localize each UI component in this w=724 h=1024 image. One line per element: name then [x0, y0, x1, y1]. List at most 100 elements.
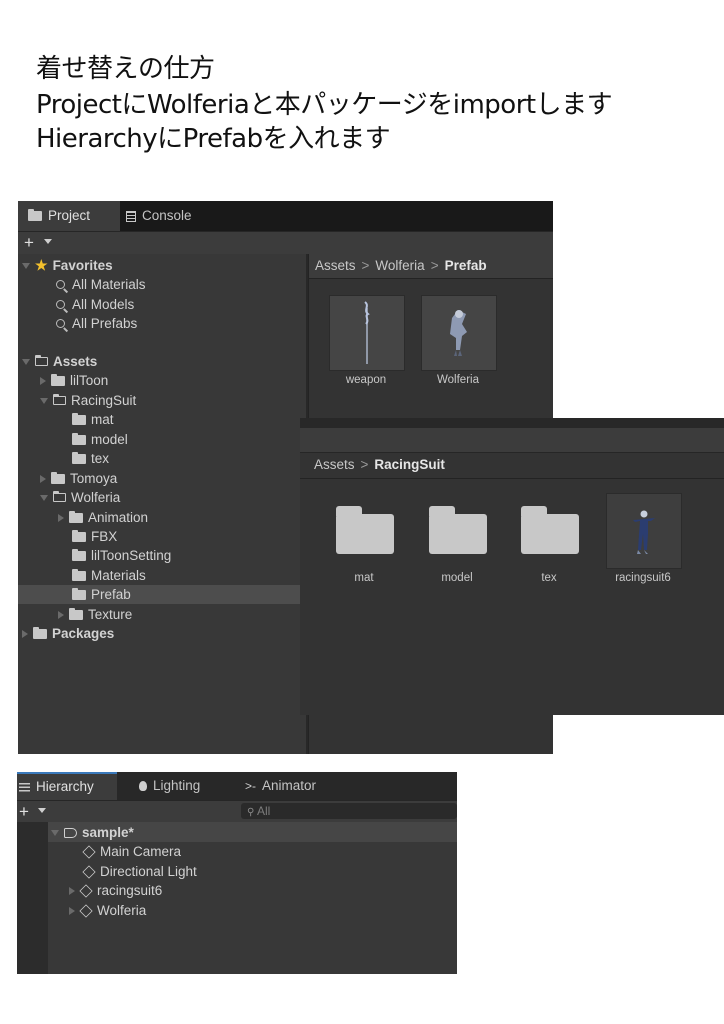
- expand-arrow-icon[interactable]: [22, 262, 30, 269]
- breadcrumb-prefab[interactable]: Prefab: [445, 258, 487, 273]
- asset-thumbnail-weapon[interactable]: [329, 295, 405, 371]
- folder-icon: [51, 471, 65, 484]
- collapse-arrow-icon[interactable]: [40, 376, 46, 385]
- tab-animator[interactable]: >- Animator: [235, 772, 326, 800]
- tree-item-label: mat: [91, 412, 114, 427]
- tree-packages[interactable]: Packages: [22, 624, 114, 643]
- tree-item-texture[interactable]: Texture: [58, 605, 132, 624]
- breadcrumb-assets[interactable]: Assets: [315, 258, 356, 273]
- folder-icon: [69, 510, 83, 523]
- breadcrumb-separator-icon: >: [361, 258, 370, 273]
- scene-icon: [64, 827, 77, 838]
- collapse-arrow-icon[interactable]: [58, 610, 64, 619]
- favorite-item[interactable]: All Materials: [56, 275, 146, 294]
- asset-thumbnail-wolferia[interactable]: [421, 295, 497, 371]
- tree-item-tex[interactable]: tex: [72, 449, 109, 468]
- tree-item-prefab[interactable]: Prefab: [72, 585, 131, 604]
- breadcrumb-wolferia[interactable]: Wolferia: [375, 258, 424, 273]
- hierarchy-toolbar: + ⚲ All: [17, 800, 457, 822]
- search-icon: [56, 300, 65, 309]
- folder-icon[interactable]: [336, 506, 394, 554]
- packages-label: Packages: [52, 626, 115, 641]
- tree-item-materials[interactable]: Materials: [72, 566, 146, 585]
- create-plus-icon[interactable]: +: [24, 233, 34, 253]
- folder-open-icon: [34, 354, 48, 366]
- breadcrumb-assets[interactable]: Assets: [314, 457, 355, 472]
- folder-icon: [72, 548, 86, 561]
- tree-item-model[interactable]: model: [72, 430, 128, 449]
- tab-console[interactable]: Console: [116, 201, 202, 231]
- collapse-arrow-icon[interactable]: [69, 886, 75, 895]
- asset-label: model: [441, 572, 473, 584]
- expand-arrow-icon[interactable]: [40, 494, 48, 501]
- collapse-arrow-icon[interactable]: [22, 629, 28, 638]
- folder-icon: [72, 587, 86, 600]
- breadcrumb-racingsuit[interactable]: RacingSuit: [374, 457, 445, 472]
- selected-row-highlight: [18, 585, 306, 604]
- collapse-arrow-icon[interactable]: [58, 513, 64, 522]
- hierarchy-search-input[interactable]: ⚲ All: [241, 803, 457, 819]
- search-icon: [56, 280, 65, 289]
- favorite-item[interactable]: All Prefabs: [56, 314, 137, 333]
- racingsuit-window: Assets > RacingSuit mat model tex racingsu…: [300, 418, 724, 715]
- assets-label: Assets: [53, 354, 98, 369]
- bulb-icon: [139, 781, 147, 791]
- favorite-item-label: All Models: [72, 297, 135, 312]
- hierarchy-tabbar: Hierarchy Lighting >- Animator: [17, 772, 457, 800]
- hierarchy-window: Hierarchy Lighting >- Animator + ⚲ All s…: [17, 772, 457, 974]
- asset-label: Wolferia: [437, 374, 479, 386]
- folder-icon: [72, 529, 86, 542]
- expand-arrow-icon[interactable]: [22, 358, 30, 365]
- racingsuit-toolbar: [300, 418, 724, 428]
- tab-lighting-label: Lighting: [153, 778, 201, 793]
- hierarchy-item-label: Directional Light: [100, 864, 197, 879]
- asset-label: mat: [354, 572, 374, 584]
- tab-project[interactable]: Project: [18, 201, 120, 231]
- folder-icon: [72, 451, 86, 464]
- character-preview-icon: [450, 310, 467, 356]
- collapse-arrow-icon[interactable]: [69, 906, 75, 915]
- breadcrumb: Assets > RacingSuit: [308, 453, 724, 477]
- tree-item-liltoon[interactable]: lilToon: [40, 371, 108, 390]
- tab-lighting[interactable]: Lighting: [129, 772, 210, 800]
- folder-icon: [72, 568, 86, 581]
- hierarchy-item[interactable]: racingsuit6: [69, 881, 162, 900]
- expand-arrow-icon[interactable]: [40, 397, 48, 404]
- chevron-down-icon[interactable]: [44, 239, 52, 244]
- scene-label: sample*: [82, 825, 134, 840]
- tree-item-wolferia[interactable]: Wolferia: [40, 488, 120, 507]
- hierarchy-gutter: [17, 822, 48, 974]
- tree-item-liltoonsetting[interactable]: lilToonSetting: [72, 546, 171, 565]
- folder-icon[interactable]: [429, 506, 487, 554]
- tree-item-racingsuit[interactable]: RacingSuit: [40, 391, 136, 410]
- tree-item-mat[interactable]: mat: [72, 410, 114, 429]
- tree-item-label: Tomoya: [70, 471, 118, 486]
- tree-favorites[interactable]: ★ Favorites: [22, 256, 113, 275]
- hierarchy-item[interactable]: Directional Light: [82, 862, 197, 881]
- hierarchy-item[interactable]: Wolferia: [69, 901, 146, 920]
- tab-hierarchy[interactable]: Hierarchy: [17, 772, 117, 800]
- tree-item-label: Wolferia: [71, 490, 121, 505]
- favorite-item-label: All Prefabs: [72, 316, 138, 331]
- collapse-arrow-icon[interactable]: [40, 474, 46, 483]
- tree-item-fbx[interactable]: FBX: [72, 527, 117, 546]
- tree-assets[interactable]: Assets: [22, 352, 97, 371]
- create-plus-icon[interactable]: +: [19, 802, 29, 822]
- folder-icon: [69, 607, 83, 620]
- breadcrumb-separator-icon: >: [360, 457, 369, 472]
- folder-icon: [28, 209, 42, 221]
- chevron-down-icon[interactable]: [38, 808, 46, 813]
- gameobject-cube-icon: [82, 864, 96, 879]
- asset-thumbnail-racingsuit6[interactable]: [606, 493, 682, 569]
- scene-row[interactable]: sample*: [51, 823, 134, 842]
- hierarchy-item[interactable]: Main Camera: [82, 842, 181, 861]
- expand-arrow-icon[interactable]: [51, 829, 59, 836]
- favorite-item[interactable]: All Models: [56, 295, 134, 314]
- tree-item-animation[interactable]: Animation: [58, 508, 148, 527]
- folder-icon: [72, 432, 86, 445]
- tree-item-tomoya[interactable]: Tomoya: [40, 469, 117, 488]
- folder-icon[interactable]: [521, 506, 579, 554]
- folder-open-icon: [52, 393, 66, 405]
- weapon-preview-icon: [364, 301, 370, 364]
- heading-line-2: ProjectにWolferiaと本パッケージをimportします: [36, 90, 613, 120]
